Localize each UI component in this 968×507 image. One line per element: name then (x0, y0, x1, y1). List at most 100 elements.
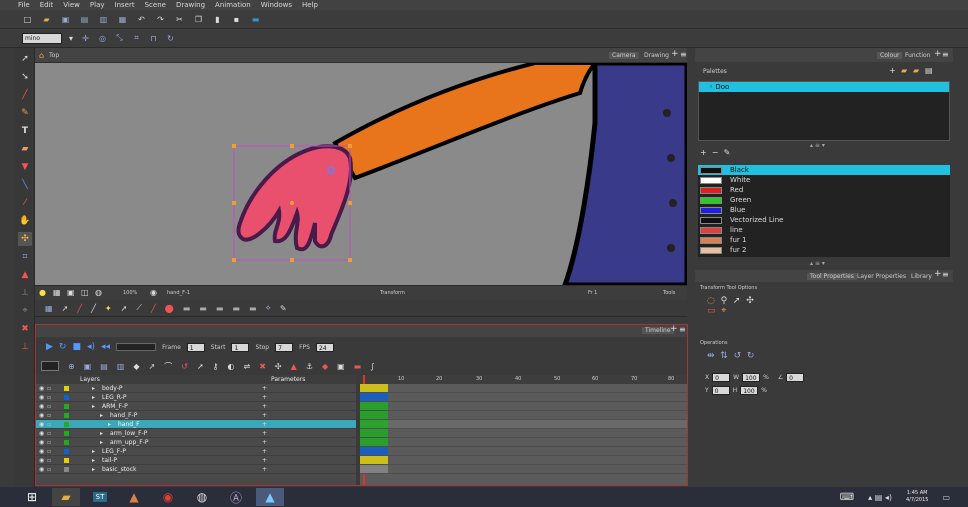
visibility-icon[interactable]: ◉ (39, 412, 44, 419)
visibility-icon[interactable]: ◉ (39, 439, 44, 446)
layer-color-swatch[interactable] (64, 440, 69, 445)
menu-play[interactable]: Play (90, 1, 105, 9)
layer-row[interactable]: ◉ ▫ ▸ LEG_F-P + (36, 447, 356, 456)
pick-icon[interactable]: ➚ (733, 296, 741, 306)
frame-row[interactable] (360, 402, 687, 411)
rocket-icon[interactable]: ▲ (120, 488, 148, 506)
start-button[interactable]: ⊞ (18, 488, 46, 506)
sound-icon[interactable]: ◂) (87, 342, 95, 352)
expand-icon[interactable]: ▸ (100, 412, 103, 419)
cross-icon[interactable]: ✖ (259, 362, 266, 371)
add-swatch-icon[interactable]: + (700, 148, 707, 157)
chevron-down-icon[interactable]: ▾ (68, 33, 74, 44)
exposure-cell[interactable] (360, 447, 388, 455)
colour-swatch-row[interactable]: fur 1 (698, 235, 950, 245)
dropper-tool-icon[interactable]: ⁄ (18, 196, 32, 210)
add-view-icon[interactable]: + (934, 49, 942, 59)
fps-field[interactable]: 24 (315, 342, 334, 352)
add-keyframe-icon[interactable]: + (262, 412, 267, 419)
palette-folder-icon[interactable]: ▰ (901, 66, 907, 75)
expand-icon[interactable]: ▸ (92, 385, 95, 392)
layer-color-swatch[interactable] (64, 386, 69, 391)
bulb-icon[interactable]: ✦ (105, 304, 112, 313)
kf-icon[interactable]: ▲ (291, 362, 297, 371)
peg-select-icon[interactable]: ⚲ (721, 296, 728, 306)
select-icon[interactable]: ➚ (62, 304, 69, 313)
frame-row[interactable] (360, 420, 687, 429)
paint-tool-icon[interactable]: ▼ (18, 160, 32, 174)
lock-icon[interactable]: ▫ (47, 403, 51, 410)
colour-swatch-row[interactable]: fur 2 (698, 245, 950, 255)
colour-chip[interactable] (700, 236, 722, 244)
cut-icon[interactable]: ✂ (174, 14, 185, 25)
expand-icon[interactable]: ▸ (92, 457, 95, 464)
drawing-layer-icon[interactable]: ▣ (84, 362, 92, 371)
rotate-ccw-icon[interactable]: ↺ (734, 351, 742, 361)
menu-icon[interactable]: ≡ (680, 50, 687, 59)
exposure-cell[interactable] (360, 456, 388, 464)
frame-row[interactable] (360, 465, 687, 474)
add-keyframe-icon[interactable]: + (262, 421, 267, 428)
colour-swatch-row[interactable]: White (698, 175, 950, 185)
scale-icon[interactable]: ⤡ (114, 33, 125, 44)
keyboard-icon[interactable]: ⌨ (840, 492, 854, 503)
palette-options-icon[interactable]: ▤ (925, 66, 933, 75)
add-keyframe-icon[interactable]: + (262, 430, 267, 437)
layer-color-swatch[interactable] (64, 404, 69, 409)
colour-swatch-row[interactable]: Red (698, 185, 950, 195)
remove-swatch-icon[interactable]: − (712, 148, 719, 157)
edit-swatch-icon[interactable]: ✎ (724, 148, 731, 157)
brush-icon[interactable]: ╱ (77, 304, 82, 313)
colour-swatch-row[interactable]: Blue (698, 205, 950, 215)
menu-icon[interactable]: ≡ (679, 325, 686, 334)
visibility-icon[interactable]: ◉ (39, 385, 44, 392)
height-field[interactable]: 100 (740, 386, 759, 395)
dropper-icon[interactable]: ╱ (151, 304, 156, 313)
pencil-icon[interactable]: ╱ (91, 304, 96, 313)
expand-icon[interactable]: ▸ (100, 439, 103, 446)
ink-tool-icon[interactable]: ▲ (18, 268, 32, 282)
playback-speed-slider[interactable] (116, 343, 157, 351)
colour-chip[interactable] (700, 166, 722, 174)
open-folder-icon[interactable]: ▰ (41, 14, 52, 25)
paint-icon[interactable]: ⬤ (165, 304, 174, 313)
add-keyframe-icon[interactable]: + (262, 439, 267, 446)
menu-scene[interactable]: Scene (145, 1, 166, 9)
copy-icon[interactable]: ❐ (193, 14, 204, 25)
frame-row[interactable] (360, 429, 687, 438)
pivot-icon[interactable]: ✛ (80, 33, 91, 44)
frame-row[interactable] (360, 438, 687, 447)
onion-icon[interactable]: ◍ (95, 288, 102, 297)
select-tool-icon[interactable]: ➚ (18, 52, 32, 66)
lock-icon[interactable]: ▫ (47, 448, 51, 455)
add-view-icon[interactable]: + (934, 269, 942, 279)
exposure-cell[interactable] (360, 429, 388, 437)
exposure-cell[interactable] (360, 402, 388, 410)
tab-function[interactable]: Function (905, 52, 931, 59)
lock-icon[interactable]: ⚷ (213, 362, 219, 371)
palette-splitter[interactable]: ▴ ≡ ▾ (810, 142, 825, 149)
clock[interactable]: 1:45 AM 4/7/2015 (906, 490, 928, 504)
magnet-icon[interactable]: ⊓ (148, 33, 159, 44)
breadcrumb[interactable]: Top (49, 52, 59, 59)
play-icon[interactable]: ▶ (46, 342, 53, 352)
layer-color-swatch[interactable] (64, 422, 69, 427)
hide-icon[interactable]: ◐ (228, 362, 235, 371)
add-view-icon[interactable]: + (671, 49, 679, 59)
obs-icon[interactable]: ◍ (188, 488, 216, 506)
add-keyframe-icon[interactable]: + (262, 394, 267, 401)
exposure-cell[interactable] (360, 420, 388, 428)
motion-icon[interactable]: ↗ (149, 362, 156, 371)
layer-color-swatch[interactable] (64, 458, 69, 463)
redo-icon[interactable]: ↷ (155, 14, 166, 25)
tab-layer-properties[interactable]: Layer Properties (857, 273, 906, 280)
menu-windows[interactable]: Windows (261, 1, 292, 9)
bone-icon[interactable]: ⟡ (266, 303, 271, 313)
swatch-splitter[interactable]: ▴ ≡ ▾ (810, 260, 825, 267)
visibility-icon[interactable]: ◉ (39, 466, 44, 473)
contour-editor-icon[interactable]: ➘ (18, 70, 32, 84)
line-tool-icon[interactable]: ╲ (18, 178, 32, 192)
menu-view[interactable]: View (63, 1, 80, 9)
palette-save-icon[interactable]: ▰ (913, 66, 919, 75)
menu-drawing[interactable]: Drawing (176, 1, 205, 9)
